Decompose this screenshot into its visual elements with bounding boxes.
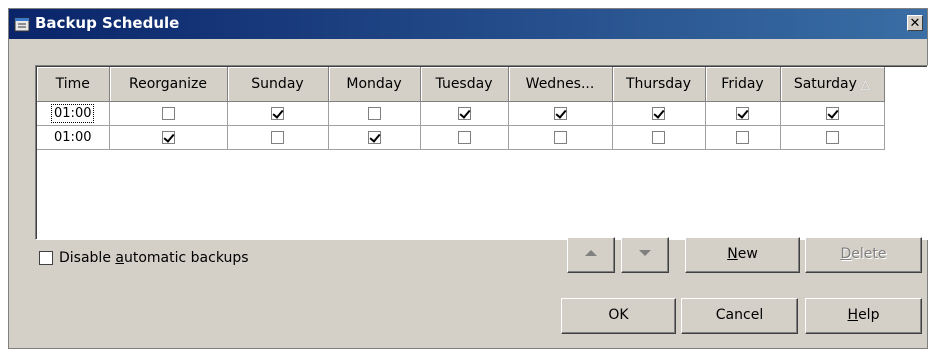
- monday-checkbox[interactable]: [367, 107, 381, 120]
- time-cell[interactable]: 01:00: [37, 125, 110, 150]
- saturday-cell: [780, 101, 885, 126]
- sunday-checkbox[interactable]: [271, 107, 284, 120]
- title-bar[interactable]: Backup Schedule ✕: [9, 9, 927, 39]
- close-button[interactable]: ✕: [907, 15, 923, 31]
- time-value: 01:00: [51, 104, 95, 123]
- monday-cell: [328, 125, 421, 150]
- disable-backups-label[interactable]: Disable automatic backups: [59, 250, 249, 266]
- wednesday-checkbox[interactable]: [553, 107, 567, 120]
- tuesday-checkbox[interactable]: [457, 107, 471, 120]
- wednesday-cell: [508, 125, 613, 150]
- friday-cell: [705, 125, 781, 150]
- column-header-friday[interactable]: Friday: [705, 67, 781, 102]
- reorganize-checkbox[interactable]: [161, 131, 175, 144]
- sunday-cell: [227, 101, 329, 126]
- header-row: Time Reorganize Sunday Monday Tuesday We…: [37, 67, 885, 102]
- tuesday-checkbox[interactable]: [457, 131, 471, 144]
- thursday-checkbox[interactable]: [652, 131, 665, 144]
- sort-ascending-icon: △: [860, 77, 871, 91]
- wednesday-checkbox[interactable]: [553, 131, 567, 144]
- column-header-monday[interactable]: Monday: [328, 67, 421, 102]
- column-header-saturday[interactable]: Saturday △: [780, 67, 885, 102]
- friday-checkbox[interactable]: [736, 107, 749, 120]
- saturday-checkbox[interactable]: [825, 131, 839, 144]
- column-header-wednesday[interactable]: Wednes...: [508, 67, 613, 102]
- sunday-checkbox[interactable]: [271, 131, 284, 144]
- move-down-button[interactable]: [621, 237, 669, 273]
- column-header-tuesday[interactable]: Tuesday: [420, 67, 509, 102]
- reorganize-checkbox[interactable]: [161, 107, 175, 120]
- schedule-icon: [14, 17, 30, 32]
- time-value: 01:00: [54, 130, 92, 145]
- wednesday-cell: [508, 101, 613, 126]
- tuesday-cell: [420, 101, 509, 126]
- thursday-cell: [612, 101, 706, 126]
- tuesday-cell: [420, 125, 509, 150]
- window-title: Backup Schedule: [35, 14, 180, 32]
- time-cell[interactable]: 01:00: [37, 101, 110, 126]
- schedule-table: Time Reorganize Sunday Monday Tuesday We…: [37, 67, 885, 150]
- thursday-cell: [612, 125, 706, 150]
- arrow-down-icon: [639, 250, 651, 256]
- column-header-reorganize[interactable]: Reorganize: [109, 67, 228, 102]
- table-row[interactable]: 01:00: [37, 125, 885, 150]
- disable-backups-checkbox[interactable]: [39, 251, 53, 265]
- saturday-checkbox[interactable]: [825, 107, 839, 120]
- friday-cell: [705, 101, 781, 126]
- disable-backups-option[interactable]: Disable automatic backups: [39, 250, 249, 266]
- column-header-time[interactable]: Time: [37, 67, 110, 102]
- monday-cell: [328, 101, 421, 126]
- backup-schedule-dialog: Backup Schedule ✕ Time Reorganize Sunday…: [8, 8, 928, 349]
- new-button[interactable]: New: [685, 237, 800, 273]
- column-header-sunday[interactable]: Sunday: [227, 67, 329, 102]
- saturday-cell: [780, 125, 885, 150]
- schedule-grid[interactable]: Time Reorganize Sunday Monday Tuesday We…: [35, 65, 928, 240]
- table-row[interactable]: 01:00: [37, 101, 885, 126]
- monday-checkbox[interactable]: [367, 131, 381, 144]
- thursday-checkbox[interactable]: [652, 107, 665, 120]
- reorganize-cell: [109, 101, 228, 126]
- help-button[interactable]: Help: [805, 298, 922, 334]
- reorganize-cell: [109, 125, 228, 150]
- sunday-cell: [227, 125, 329, 150]
- ok-button[interactable]: OK: [561, 298, 676, 334]
- cancel-button[interactable]: Cancel: [681, 298, 798, 334]
- arrow-up-icon: [585, 250, 597, 256]
- column-header-thursday[interactable]: Thursday: [612, 67, 706, 102]
- friday-checkbox[interactable]: [736, 131, 749, 144]
- delete-button[interactable]: Delete: [805, 237, 922, 273]
- saturday-label: Saturday: [793, 76, 857, 92]
- move-up-button[interactable]: [567, 237, 615, 273]
